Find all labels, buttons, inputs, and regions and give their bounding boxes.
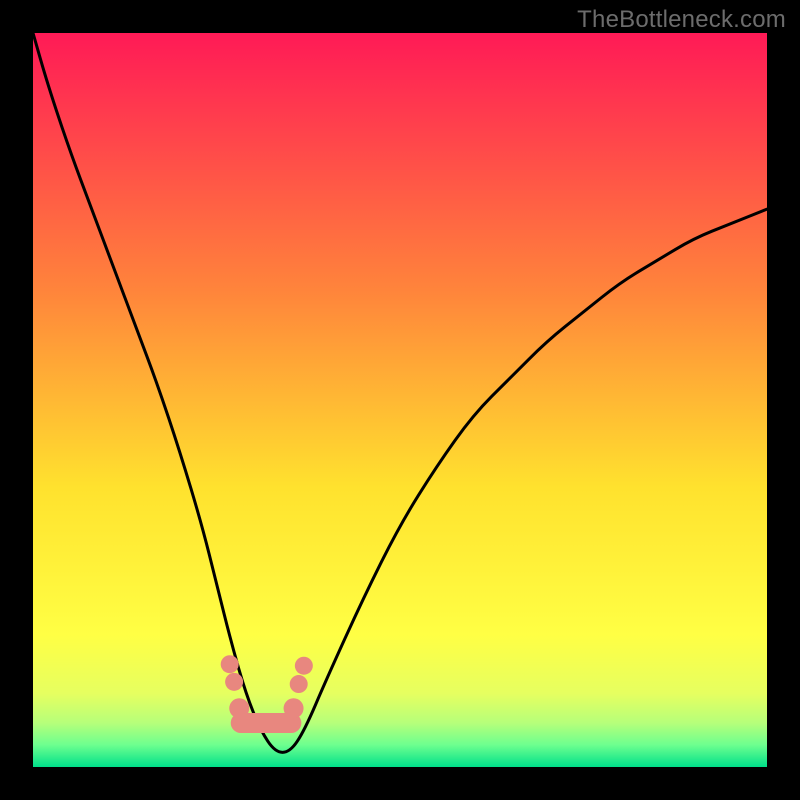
chart-container: TheBottleneck.com xyxy=(0,0,800,800)
highlight-dot xyxy=(229,698,249,718)
watermark-text: TheBottleneck.com xyxy=(577,6,786,34)
highlight-dot xyxy=(290,675,308,693)
highlight-dot xyxy=(221,655,239,673)
highlight-dot xyxy=(284,698,304,718)
highlight-dot xyxy=(295,657,313,675)
highlight-dot xyxy=(225,673,243,691)
plot-background xyxy=(33,33,767,767)
bottleneck-chart xyxy=(0,0,800,800)
